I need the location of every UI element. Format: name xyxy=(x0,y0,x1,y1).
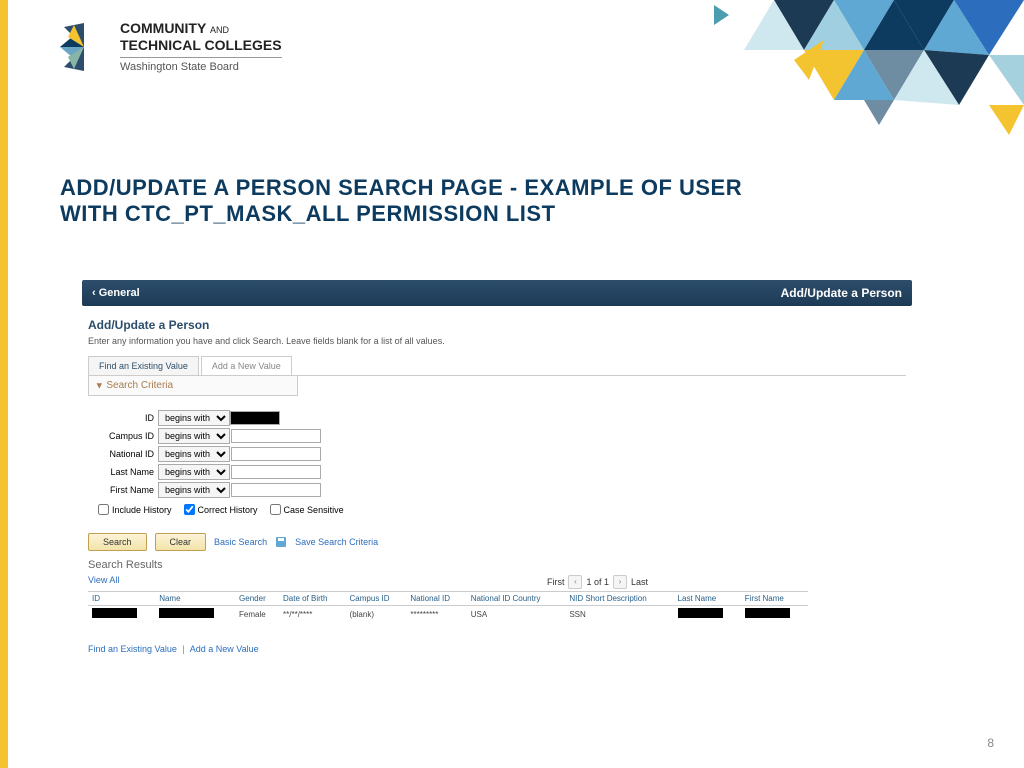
col-first-name[interactable]: First Name xyxy=(741,592,808,606)
logo-line2: TECHNICAL COLLEGES xyxy=(120,37,282,54)
clear-button[interactable]: Clear xyxy=(155,533,207,551)
bottom-link-row: Find an Existing Value | Add a New Value xyxy=(88,644,906,654)
label-last-name: Last Name xyxy=(98,467,158,477)
op-campus-id[interactable]: begins with xyxy=(158,428,230,444)
col-campus-id[interactable]: Campus ID xyxy=(346,592,407,606)
accent-bar xyxy=(0,0,8,768)
header-title: Add/Update a Person xyxy=(781,286,902,300)
check-include-history[interactable]: Include History xyxy=(98,504,172,515)
next-page-button[interactable]: › xyxy=(613,575,627,589)
col-gender[interactable]: Gender xyxy=(235,592,279,606)
chevron-left-icon: ‹ xyxy=(92,287,96,299)
checkbox-include-history[interactable] xyxy=(98,504,109,515)
label-id: ID xyxy=(98,413,158,423)
instructions-text: Enter any information you have and click… xyxy=(88,336,906,346)
search-button[interactable]: Search xyxy=(88,533,147,551)
input-first-name[interactable] xyxy=(231,483,321,497)
table-row[interactable]: Female **/**/**** (blank) ********* USA … xyxy=(88,606,808,623)
last-link[interactable]: Last xyxy=(631,577,648,587)
save-criteria-link[interactable]: Save Search Criteria xyxy=(295,537,378,547)
first-link[interactable]: First xyxy=(547,577,565,587)
logo-block: COMMUNITY AND TECHNICAL COLLEGES Washing… xyxy=(60,20,282,74)
op-national-id[interactable]: begins with xyxy=(158,446,230,462)
checkbox-case-sensitive[interactable] xyxy=(270,504,281,515)
logo-and: AND xyxy=(210,25,229,35)
logo-subtitle: Washington State Board xyxy=(120,57,282,74)
cell-firstname-redacted xyxy=(745,608,790,618)
col-last-name[interactable]: Last Name xyxy=(674,592,741,606)
cell-country: USA xyxy=(467,606,566,623)
page-count: 1 of 1 xyxy=(586,577,609,587)
input-national-id[interactable] xyxy=(231,447,321,461)
col-name[interactable]: Name xyxy=(155,592,235,606)
tab-add-new[interactable]: Add a New Value xyxy=(201,356,292,375)
section-title: Add/Update a Person xyxy=(88,318,906,332)
page-heading: ADD/UPDATE A PERSON SEARCH PAGE - EXAMPL… xyxy=(60,175,760,227)
view-all-link[interactable]: View All xyxy=(88,575,119,589)
back-label: General xyxy=(99,287,140,299)
op-last-name[interactable]: begins with xyxy=(158,464,230,480)
op-first-name[interactable]: begins with xyxy=(158,482,230,498)
decorative-triangles xyxy=(574,0,1024,180)
results-title: Search Results xyxy=(88,559,906,571)
page-number: 8 xyxy=(987,736,994,750)
checkbox-correct-history[interactable] xyxy=(184,504,195,515)
cell-gender: Female xyxy=(235,606,279,623)
tab-find-existing[interactable]: Find an Existing Value xyxy=(88,356,199,375)
ps-header-bar: ‹ General Add/Update a Person xyxy=(82,280,912,306)
logo-line1: COMMUNITY xyxy=(120,20,206,36)
col-nid-desc[interactable]: NID Short Description xyxy=(565,592,673,606)
search-criteria-label: Search Criteria xyxy=(106,380,173,391)
tab-strip: Find an Existing Value Add a New Value xyxy=(88,356,906,376)
cell-dob: **/**/**** xyxy=(279,606,346,623)
cell-id-redacted xyxy=(92,608,137,618)
col-national-id[interactable]: National ID xyxy=(406,592,466,606)
save-icon xyxy=(275,536,287,548)
col-dob[interactable]: Date of Birth xyxy=(279,592,346,606)
back-link[interactable]: ‹ General xyxy=(92,287,140,299)
label-campus-id: Campus ID xyxy=(98,431,158,441)
col-id[interactable]: ID xyxy=(88,592,155,606)
input-campus-id[interactable] xyxy=(231,429,321,443)
bottom-find-existing-link[interactable]: Find an Existing Value xyxy=(88,644,177,654)
cell-campus-id: (blank) xyxy=(346,606,407,623)
collapse-triangle-icon: ▶ xyxy=(96,383,104,388)
col-nid-country[interactable]: National ID Country xyxy=(467,592,566,606)
cell-lastname-redacted xyxy=(678,608,723,618)
pipe-divider: | xyxy=(182,644,184,654)
starburst-logo-icon xyxy=(60,23,108,71)
bottom-add-new-link[interactable]: Add a New Value xyxy=(190,644,259,654)
results-table: ID Name Gender Date of Birth Campus ID N… xyxy=(88,591,808,622)
check-correct-history[interactable]: Correct History xyxy=(184,504,258,515)
search-criteria-header[interactable]: ▶ Search Criteria xyxy=(88,376,298,396)
basic-search-link[interactable]: Basic Search xyxy=(214,537,267,547)
results-pager: First ‹ 1 of 1 › Last xyxy=(547,575,648,589)
label-national-id: National ID xyxy=(98,449,158,459)
input-id-redacted[interactable] xyxy=(230,411,280,425)
cell-national-id: ********* xyxy=(406,606,466,623)
op-id[interactable]: begins with xyxy=(158,410,230,426)
input-last-name[interactable] xyxy=(231,465,321,479)
label-first-name: First Name xyxy=(98,485,158,495)
prev-page-button[interactable]: ‹ xyxy=(568,575,582,589)
cell-nid-desc: SSN xyxy=(565,606,673,623)
app-screenshot: ‹ General Add/Update a Person Add/Update… xyxy=(82,280,912,654)
check-case-sensitive[interactable]: Case Sensitive xyxy=(270,504,344,515)
cell-name-redacted xyxy=(159,608,214,618)
